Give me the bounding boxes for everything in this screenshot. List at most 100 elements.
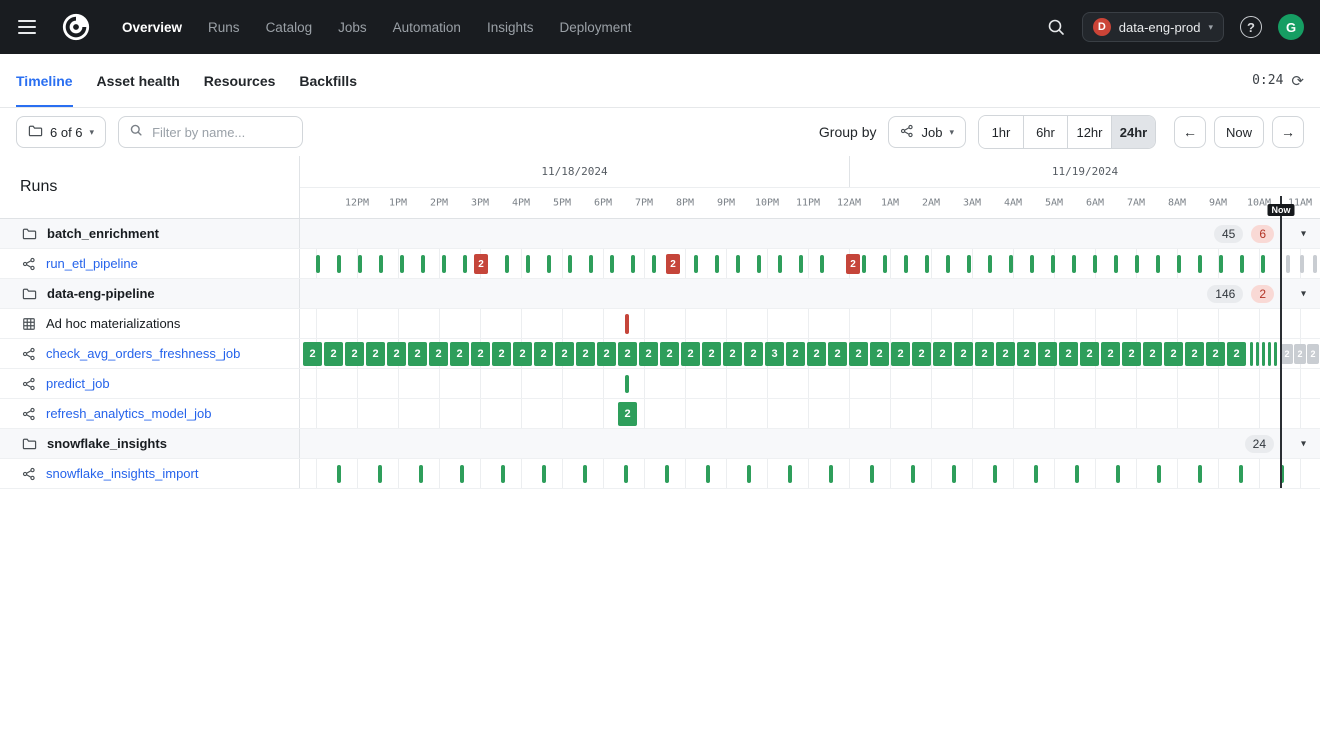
queued-run-marker[interactable] bbox=[1300, 255, 1304, 273]
run-marker[interactable] bbox=[1072, 255, 1076, 273]
search-icon[interactable] bbox=[1046, 17, 1066, 37]
nav-item-jobs[interactable]: Jobs bbox=[338, 20, 367, 35]
job-link[interactable]: refresh_analytics_model_job bbox=[46, 406, 211, 421]
run-marker[interactable] bbox=[911, 465, 915, 483]
run-marker[interactable] bbox=[463, 255, 467, 273]
job-link[interactable]: snowflake_insights_import bbox=[46, 466, 198, 481]
run-marker[interactable] bbox=[1250, 342, 1253, 366]
run-marker[interactable]: 2 bbox=[954, 342, 973, 366]
menu-icon[interactable] bbox=[16, 14, 42, 40]
help-icon[interactable]: ? bbox=[1240, 16, 1262, 38]
run-marker[interactable] bbox=[788, 465, 792, 483]
run-marker[interactable] bbox=[694, 255, 698, 273]
run-marker[interactable] bbox=[1135, 255, 1139, 273]
run-marker[interactable] bbox=[583, 465, 587, 483]
run-marker[interactable] bbox=[952, 465, 956, 483]
job-link[interactable]: run_etl_pipeline bbox=[46, 256, 138, 271]
run-marker[interactable] bbox=[419, 465, 423, 483]
run-marker[interactable] bbox=[1219, 255, 1223, 273]
range-24hr[interactable]: 24hr bbox=[1111, 116, 1155, 148]
run-marker[interactable] bbox=[316, 255, 320, 273]
tab-asset-health[interactable]: Asset health bbox=[97, 54, 180, 107]
run-marker[interactable]: 2 bbox=[996, 342, 1015, 366]
avatar[interactable]: G bbox=[1278, 14, 1304, 40]
run-marker[interactable] bbox=[1034, 465, 1038, 483]
run-marker[interactable]: 2 bbox=[681, 342, 700, 366]
run-marker[interactable] bbox=[505, 255, 509, 273]
run-marker[interactable] bbox=[736, 255, 740, 273]
run-marker[interactable] bbox=[337, 255, 341, 273]
run-marker[interactable]: 2 bbox=[513, 342, 532, 366]
run-marker[interactable] bbox=[379, 255, 383, 273]
failed-run-marker[interactable]: 2 bbox=[846, 254, 860, 274]
run-marker[interactable]: 2 bbox=[828, 342, 847, 366]
run-marker[interactable] bbox=[1198, 255, 1202, 273]
range-6hr[interactable]: 6hr bbox=[1023, 116, 1067, 148]
run-marker[interactable] bbox=[946, 255, 950, 273]
run-marker[interactable]: 2 bbox=[744, 342, 763, 366]
run-marker[interactable] bbox=[442, 255, 446, 273]
run-marker[interactable] bbox=[610, 255, 614, 273]
run-marker[interactable] bbox=[1268, 342, 1271, 366]
failed-run-marker[interactable]: 2 bbox=[474, 254, 488, 274]
run-marker[interactable] bbox=[1177, 255, 1181, 273]
run-marker[interactable] bbox=[625, 375, 629, 393]
run-marker[interactable] bbox=[337, 465, 341, 483]
range-1hr[interactable]: 1hr bbox=[979, 116, 1023, 148]
job-link[interactable]: check_avg_orders_freshness_job bbox=[46, 346, 240, 361]
queued-run-marker[interactable]: 2 bbox=[1307, 344, 1319, 364]
refresh-icon[interactable]: ⟳ bbox=[1291, 72, 1304, 90]
run-marker[interactable]: 2 bbox=[324, 342, 343, 366]
group-by-dropdown[interactable]: Job ▾ bbox=[888, 116, 966, 148]
run-marker[interactable]: 2 bbox=[807, 342, 826, 366]
run-marker[interactable] bbox=[1262, 342, 1265, 366]
run-marker[interactable] bbox=[1198, 465, 1202, 483]
run-marker[interactable]: 2 bbox=[429, 342, 448, 366]
jump-to-now-button[interactable]: Now bbox=[1214, 116, 1264, 148]
run-marker[interactable]: 2 bbox=[660, 342, 679, 366]
run-marker[interactable]: 2 bbox=[366, 342, 385, 366]
run-marker[interactable] bbox=[862, 255, 866, 273]
run-marker[interactable]: 3 bbox=[765, 342, 784, 366]
run-marker[interactable]: 2 bbox=[1227, 342, 1246, 366]
run-marker[interactable]: 2 bbox=[303, 342, 322, 366]
run-marker[interactable] bbox=[1030, 255, 1034, 273]
run-marker[interactable]: 2 bbox=[408, 342, 427, 366]
failed-run-marker[interactable] bbox=[625, 314, 629, 334]
expand-caret-icon[interactable]: ▾ bbox=[1301, 288, 1306, 299]
run-marker[interactable] bbox=[460, 465, 464, 483]
run-marker[interactable] bbox=[1256, 342, 1259, 366]
run-marker[interactable]: 2 bbox=[492, 342, 511, 366]
run-marker[interactable] bbox=[799, 255, 803, 273]
deployment-switcher[interactable]: D data-eng-prod ▾ bbox=[1082, 12, 1224, 42]
run-marker[interactable] bbox=[624, 465, 628, 483]
timeline-row-snowflake-insights[interactable]: snowflake_insights24▾ bbox=[0, 429, 1320, 459]
run-marker[interactable] bbox=[904, 255, 908, 273]
run-marker[interactable]: 2 bbox=[576, 342, 595, 366]
timeline-back-button[interactable]: ← bbox=[1174, 116, 1206, 148]
run-marker[interactable]: 2 bbox=[639, 342, 658, 366]
run-marker[interactable] bbox=[589, 255, 593, 273]
run-marker[interactable]: 2 bbox=[1185, 342, 1204, 366]
run-marker[interactable] bbox=[1239, 465, 1243, 483]
run-marker[interactable] bbox=[542, 465, 546, 483]
run-marker[interactable]: 2 bbox=[975, 342, 994, 366]
run-marker[interactable]: 2 bbox=[702, 342, 721, 366]
run-marker[interactable]: 2 bbox=[1122, 342, 1141, 366]
run-marker[interactable]: 2 bbox=[345, 342, 364, 366]
run-marker[interactable] bbox=[706, 465, 710, 483]
run-marker[interactable]: 2 bbox=[618, 402, 637, 426]
run-marker[interactable]: 2 bbox=[387, 342, 406, 366]
run-marker[interactable] bbox=[820, 255, 824, 273]
tab-timeline[interactable]: Timeline bbox=[16, 54, 73, 107]
scope-filter-button[interactable]: 6 of 6 ▾ bbox=[16, 116, 106, 148]
run-marker[interactable]: 2 bbox=[723, 342, 742, 366]
run-marker[interactable] bbox=[1261, 255, 1265, 273]
queued-run-marker[interactable]: 2 bbox=[1281, 344, 1293, 364]
run-marker[interactable]: 2 bbox=[1017, 342, 1036, 366]
queued-run-marker[interactable] bbox=[1313, 255, 1317, 273]
run-marker[interactable] bbox=[870, 465, 874, 483]
run-marker[interactable] bbox=[400, 255, 404, 273]
run-marker[interactable]: 2 bbox=[450, 342, 469, 366]
nav-item-catalog[interactable]: Catalog bbox=[266, 20, 313, 35]
